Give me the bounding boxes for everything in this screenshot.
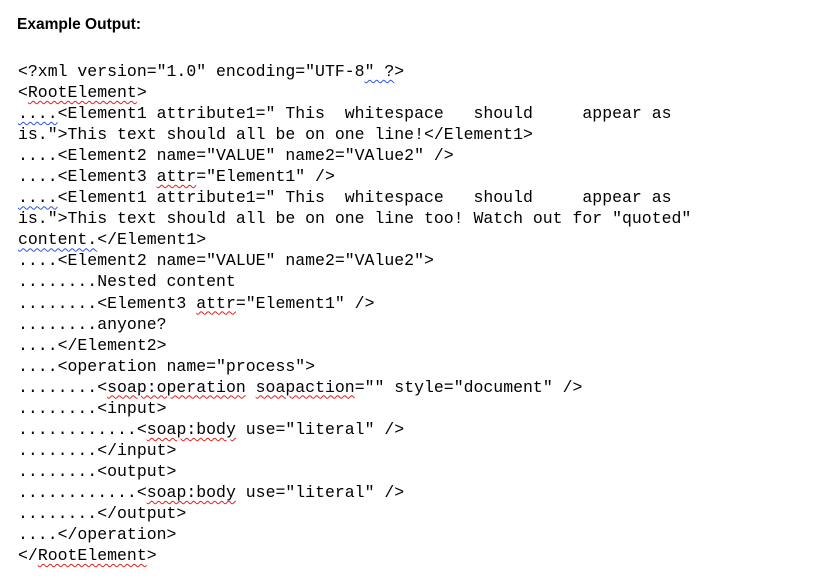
- grammar-error-text: " ?: [364, 62, 395, 81]
- code-text: is.">This text should all be on one line…: [18, 209, 692, 229]
- example-output-heading: Example Output:: [17, 16, 142, 33]
- spelling-error-text: attr: [196, 293, 236, 313]
- code-text: is.">This text should all be on one line…: [18, 125, 533, 145]
- code-text: <: [18, 83, 28, 103]
- grammar-error-text: ....: [18, 188, 58, 208]
- code-line: ............<soap:body use="literal" />: [18, 419, 808, 440]
- code-line: </RootElement>: [18, 545, 808, 566]
- code-line: ....</Element2>: [18, 335, 808, 356]
- code-text: >: [136, 83, 147, 103]
- code-text: ............<: [18, 482, 147, 502]
- code-line: ........<output>: [18, 461, 808, 482]
- code-text: <Element1 attribute1=" This whitespace s…: [57, 104, 672, 124]
- code-line: ........Nested content: [18, 271, 808, 292]
- code-line: ....<operation name="process">: [18, 356, 808, 377]
- code-line: ........</input>: [18, 440, 808, 461]
- code-text: </Element1>: [97, 230, 207, 250]
- code-text: ....<Element2 name="VALUE" name2="VAlue2…: [18, 146, 454, 166]
- code-text: <Element1 attribute1=" This whitespace s…: [57, 188, 672, 208]
- xml-code-block: <?xml version="1.0" encoding="UTF-8" ?> <…: [18, 61, 808, 566]
- code-line: ....<Element1 attribute1=" This whitespa…: [18, 103, 808, 124]
- code-line: <?xml version="1.0" encoding="UTF-8" ?>: [18, 61, 808, 82]
- code-line: ........<Element3 attr="Element1" />: [18, 293, 808, 314]
- code-line: ....<Element1 attribute1=" This whitespa…: [18, 187, 808, 208]
- code-line: is.">This text should all be on one line…: [18, 124, 808, 145]
- code-line: ....<Element3 attr="Element1" />: [18, 166, 808, 187]
- code-line: is.">This text should all be on one line…: [18, 208, 808, 229]
- code-text: ....<Element2 name="VALUE" name2="VAlue2…: [18, 251, 434, 271]
- code-line: content.</Element1>: [18, 229, 808, 250]
- code-text: >: [146, 546, 157, 566]
- code-line: ........anyone?: [18, 314, 808, 335]
- grammar-error-text: content.: [18, 230, 98, 250]
- spelling-error-text: soap:body: [146, 482, 236, 502]
- document-page: Example Output: <?xml version="1.0" enco…: [0, 0, 820, 586]
- code-text: use="literal" />: [235, 419, 405, 439]
- code-line: ....</operation>: [18, 524, 808, 545]
- code-text: ........</output>: [18, 503, 187, 523]
- code-text: ="" style="document" />: [354, 377, 583, 397]
- code-text: <?xml version="1.0" encoding="UTF-8: [18, 62, 365, 81]
- code-text: </: [18, 546, 38, 566]
- code-line: <RootElement>: [18, 82, 808, 103]
- spelling-error-text: RootElement: [27, 83, 137, 103]
- spelling-error-text: soapaction: [255, 377, 355, 397]
- code-line: ........<soap:operation soapaction="" st…: [18, 377, 808, 398]
- code-text: ........</input>: [18, 440, 177, 460]
- code-text: ........<input>: [18, 398, 167, 418]
- code-text: ............<: [18, 419, 147, 439]
- spelling-error-text: RootElement: [37, 546, 147, 566]
- code-text: ........Nested content: [18, 272, 236, 292]
- code-text: ....</Element2>: [18, 335, 167, 355]
- code-text: ="Element1" />: [235, 293, 375, 313]
- code-text: ........<output>: [18, 461, 177, 481]
- code-text: ........<: [18, 377, 108, 397]
- code-line: ........<input>: [18, 398, 808, 419]
- spelling-error-text: attr: [156, 167, 197, 187]
- code-text: ....<operation name="process">: [18, 356, 316, 376]
- code-line: ....<Element2 name="VALUE" name2="VAlue2…: [18, 145, 808, 166]
- code-text: ....<Element3: [18, 167, 157, 187]
- spelling-error-text: soap:body: [146, 419, 236, 439]
- code-text: ....</operation>: [18, 525, 177, 545]
- spelling-error-text: soap:operation: [107, 377, 246, 397]
- code-text: >: [394, 62, 405, 81]
- grammar-error-text: ....: [18, 104, 58, 124]
- code-text: ........anyone?: [18, 314, 167, 334]
- code-text: ........<Element3: [18, 293, 197, 313]
- code-line: ....<Element2 name="VALUE" name2="VAlue2…: [18, 250, 808, 271]
- code-text: ="Element1" />: [196, 167, 335, 187]
- code-text: use="literal" />: [235, 482, 405, 502]
- code-line: ........</output>: [18, 503, 808, 524]
- code-line: ............<soap:body use="literal" />: [18, 482, 808, 503]
